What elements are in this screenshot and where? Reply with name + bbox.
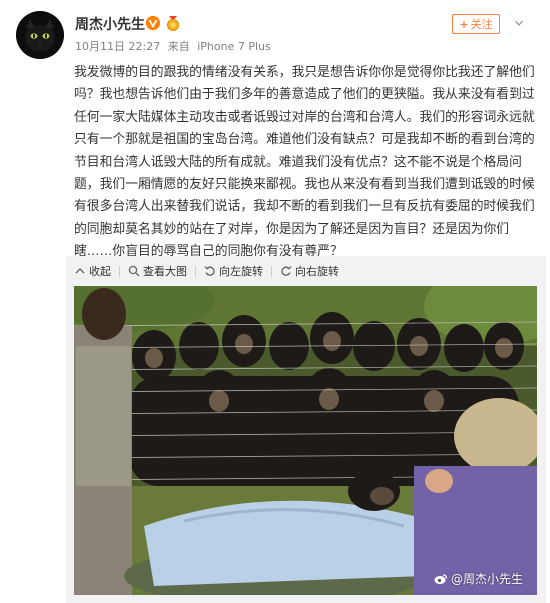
- divider: [195, 265, 196, 277]
- follow-label: 关注: [470, 18, 493, 31]
- rotate-left-label: 向左旋转: [219, 265, 263, 278]
- medal-icon[interactable]: [164, 14, 182, 32]
- verified-icon: [146, 16, 160, 30]
- divider: [119, 265, 120, 277]
- collapse-button[interactable]: 收起: [74, 263, 111, 279]
- avatar[interactable]: [16, 11, 64, 59]
- rotate-right-icon: [280, 265, 292, 277]
- zoom-icon: [128, 265, 140, 277]
- watermark-text: @周杰小先生: [450, 572, 523, 586]
- weibo-logo-icon: [434, 573, 448, 585]
- collapse-label: 收起: [89, 265, 111, 278]
- image-watermark: @周杰小先生: [434, 570, 523, 587]
- source-prefix: 来自: [167, 40, 190, 53]
- view-large-button[interactable]: 查看大图: [128, 263, 187, 279]
- view-large-label: 查看大图: [143, 265, 187, 278]
- chevron-down-icon[interactable]: [514, 18, 524, 28]
- follow-button[interactable]: + 关注: [452, 14, 500, 34]
- post-image[interactable]: @周杰小先生: [74, 286, 537, 595]
- author-name[interactable]: 周杰小先生: [75, 14, 145, 34]
- post-text: 我发微博的目的跟我的情绪没有关系，我只是想告诉你你是觉得你比我还了解他们吗？我也…: [74, 65, 535, 260]
- collapse-icon: [74, 265, 86, 277]
- rotate-left-button[interactable]: 向左旋转: [204, 263, 263, 279]
- divider: [271, 265, 272, 277]
- media-toolbar: 收起 查看大图 向左旋转 向右旋转: [74, 262, 339, 280]
- post-date[interactable]: 10月11日 22:27: [75, 40, 160, 53]
- rotate-left-icon: [204, 265, 216, 277]
- post-meta: 10月11日 22:27 来自 iPhone 7 Plus: [75, 38, 275, 54]
- rotate-right-label: 向右旋转: [295, 265, 339, 278]
- plus-icon: +: [459, 17, 469, 31]
- post-source[interactable]: iPhone 7 Plus: [197, 40, 271, 53]
- rotate-right-button[interactable]: 向右旋转: [280, 263, 339, 279]
